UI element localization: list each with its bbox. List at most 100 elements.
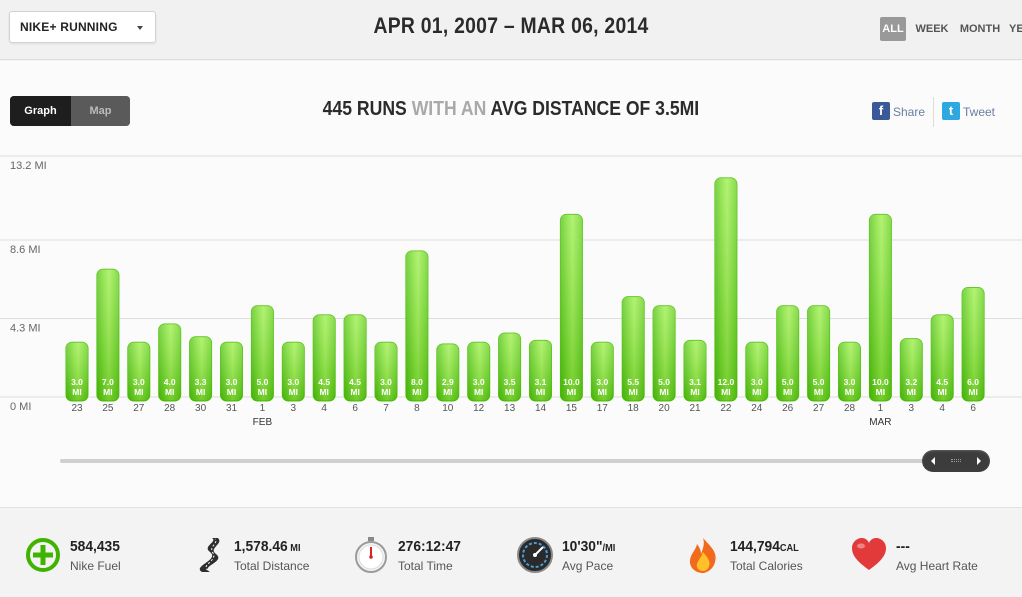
runs-summary: 445 RUNS WITH AN AVG DISTANCE OF 3.5MI [0,98,1022,121]
stat-avg-pace: 10'30"/MI Avg Pace [516,536,666,580]
tab-month[interactable]: MONTH [958,17,1002,41]
bar-unit-label: MI [937,387,946,397]
chart-bar[interactable]: 7.0MI [96,268,120,402]
chart-bar[interactable]: 4.5MI [312,314,336,402]
timeline-scroll-handle[interactable] [922,450,990,472]
chart-bar[interactable]: 6.0MI [961,286,985,402]
bar-unit-label: MI [412,387,421,397]
bar-value-label: 3.0 [751,377,763,387]
date-range-title: APR 01, 2007 – MAR 06, 2014 [373,13,649,38]
x-month-label: FEB [253,417,273,428]
x-tick-label: 14 [535,403,547,414]
stat-total-time: 276:12:47 Total Time [352,536,502,580]
stat-label: Avg Pace [562,559,614,573]
bar-value-label: 12.0 [718,377,735,387]
stat-label: Avg Heart Rate [896,559,978,573]
chart-bar[interactable]: 3.2MI [899,338,923,402]
bar-value-label: 5.0 [658,377,670,387]
chart-bar[interactable]: 12.0MI [714,177,738,402]
chart-bar[interactable]: 3.0MI [838,341,861,402]
x-tick-label: 6 [352,403,358,414]
bar-unit-label: MI [381,387,390,397]
chart-bar[interactable]: 3.0MI [745,341,769,402]
chart-bar[interactable]: 3.0MI [281,341,305,402]
chart-bar[interactable]: 3.1MI [529,339,552,402]
y-tick-label: 0 MI [10,401,31,413]
tab-year[interactable]: YEAR [1009,17,1022,41]
chart-bar[interactable]: 10.0MI [559,213,583,402]
bar-unit-label: MI [319,387,328,397]
chart-bar[interactable]: 5.5MI [621,296,645,402]
chart-bar[interactable]: 3.5MI [498,332,522,402]
x-tick-label: 28 [164,403,176,414]
bar-value-label: 3.0 [71,377,83,387]
tab-all[interactable]: ALL [880,17,906,41]
graph-panel: Graph Map 445 RUNS WITH AN AVG DISTANCE … [0,61,1022,507]
bar-value-label: 4.5 [349,377,361,387]
road-icon [199,538,220,572]
x-tick-label: 10 [442,403,454,414]
chart-bar[interactable]: 3.0MI [220,341,243,402]
bar-value-label: 3.0 [596,377,608,387]
grip-icon [951,459,961,462]
stat-total-distance: 1,578.46 MI Total Distance [188,536,338,580]
chart-bar[interactable]: 8.0MI [405,250,429,402]
bar-value-label: 6.0 [967,377,979,387]
summary-avg: AVG DISTANCE OF 3.5MI [490,98,700,120]
bar-value-label: 5.0 [813,377,825,387]
bar-unit-label: MI [165,387,174,397]
bar-unit-label: MI [103,387,112,397]
bar-shade [869,214,892,401]
chart-bar[interactable]: 5.0MI [250,305,274,402]
bar-value-label: 3.5 [504,377,516,387]
bar-value-label: 10.0 [872,377,889,387]
chart-bar[interactable]: 5.0MI [776,305,800,402]
twitter-tweet-button[interactable]: t Tweet [942,101,1002,123]
x-tick-label: 21 [689,403,701,414]
chart-bar[interactable]: 3.0MI [127,341,151,402]
bar-unit-label: MI [628,387,637,397]
arrow-left-icon [931,457,935,465]
stopwatch-icon [355,537,387,573]
facebook-share-button[interactable]: f Share [872,101,932,123]
bar-unit-label: MI [72,387,81,397]
chart-bar[interactable]: 5.0MI [807,305,831,402]
bar-unit-label: MI [690,387,699,397]
bar-value-label: 3.0 [844,377,856,387]
bar-value-label: 3.0 [380,377,392,387]
y-tick-label: 4.3 MI [10,322,41,334]
stat-value: 144,794 [730,538,780,555]
timeline-scroll-track[interactable] [60,459,990,463]
bar-value-label: 3.2 [905,377,917,387]
chart-bar[interactable]: 3.0MI [65,341,89,402]
tab-week[interactable]: WEEK [914,17,950,41]
x-tick-label: 15 [566,403,578,414]
chart-bar[interactable]: 5.0MI [652,305,676,402]
chart-bar[interactable]: 2.9MI [436,343,460,402]
x-tick-label: 27 [133,403,145,414]
bar-unit-label: MI [196,387,205,397]
chart-bar[interactable]: 10.0MI [868,213,892,402]
flame-icon [689,538,716,573]
bar-value-label: 2.9 [442,377,454,387]
stat-label: Total Distance [234,559,310,573]
x-tick-label: 31 [226,403,238,414]
chart-bar[interactable]: 3.0MI [374,341,398,402]
chart-bar[interactable]: 4.0MI [158,323,182,402]
bar-unit-label: MI [536,387,545,397]
bar-shade [560,214,583,401]
x-tick-label: 1 [878,403,884,414]
chart-bar[interactable]: 3.0MI [590,341,614,402]
stat-label: Total Time [398,559,453,573]
x-tick-label: 6 [970,403,976,414]
chart-bar[interactable]: 4.5MI [930,314,954,402]
chart-bar[interactable]: 4.5MI [343,314,367,402]
chart-bar[interactable]: 3.0MI [467,341,491,402]
stat-value: 10'30" [562,538,603,555]
twitter-icon: t [942,102,960,120]
chart-bar[interactable]: 3.1MI [683,339,707,402]
facebook-share-label: Share [893,105,926,119]
stat-value: 1,578.46 [234,538,288,555]
chart-bar[interactable]: 3.3MI [189,336,213,402]
bar-unit-label: MI [752,387,761,397]
